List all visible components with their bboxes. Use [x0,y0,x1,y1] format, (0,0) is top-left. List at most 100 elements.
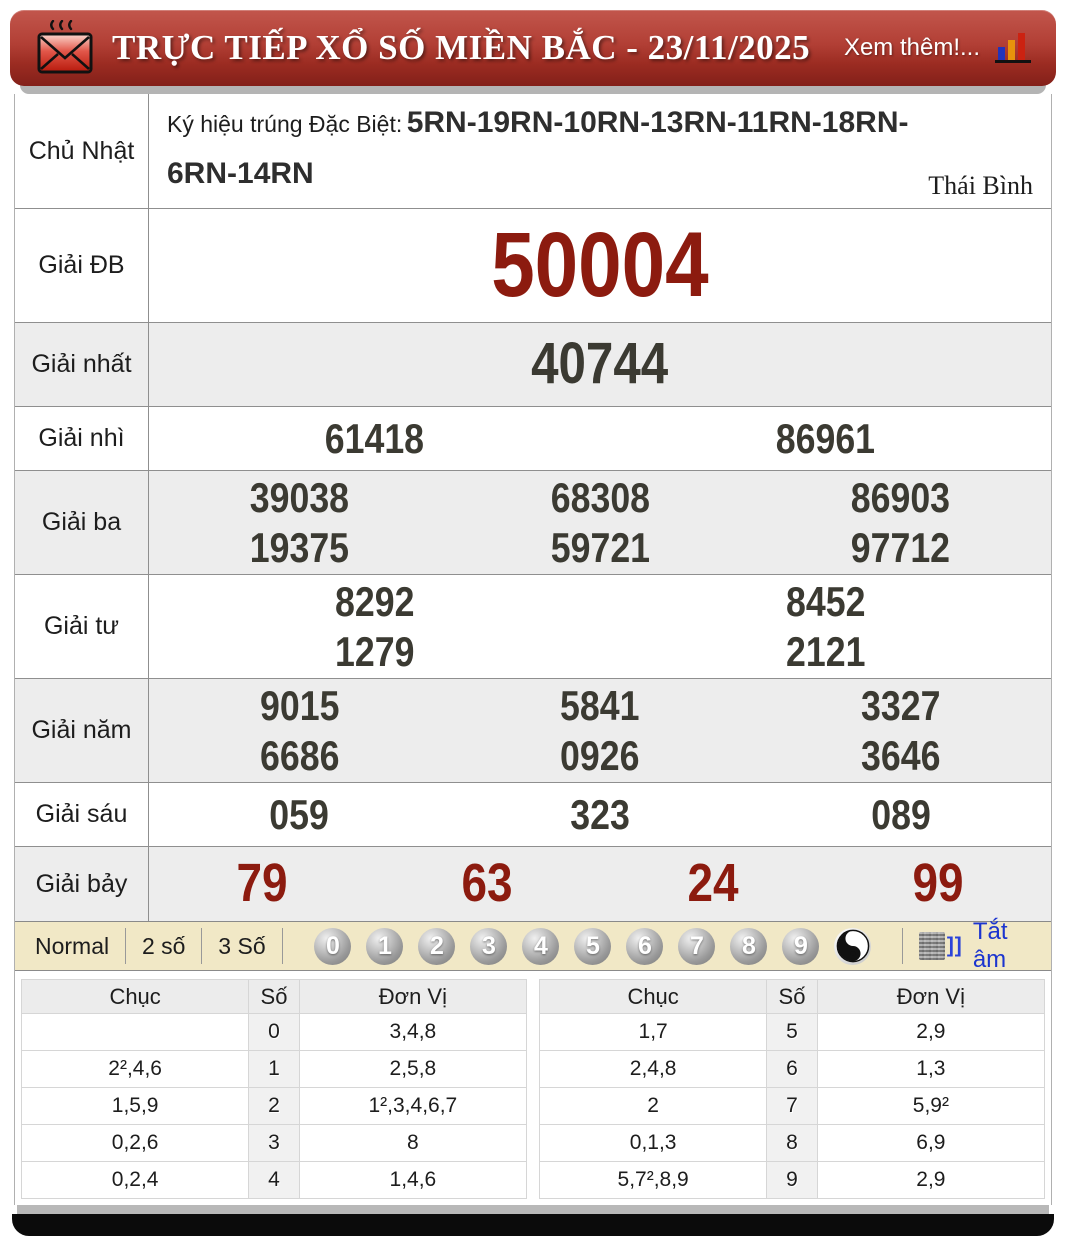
see-more-link[interactable]: Xem thêm!... [844,34,980,62]
prize-label-fourth: Giải tư [15,575,149,679]
mode-tab-2so[interactable]: 2 số [142,933,185,960]
digit-cell: 9 [766,1161,818,1200]
tens-cell: 2 [538,1087,768,1126]
mute-control[interactable]: ]] Tắt âm [886,918,1051,974]
stats-row: 0,2,4 4 1,4,6 [20,1161,528,1200]
stats-row: 2²,4,6 1 2,5,8 [20,1050,528,1089]
prize-number: 3646 [860,731,941,779]
prize-number: 8292 [334,578,415,626]
stats-row: 1,7 5 2,9 [538,1013,1046,1052]
digit-ball-5[interactable]: 5 [574,927,612,965]
prize-row-fifth: Giải năm 9015 5841 3327 6686 0926 3646 [15,678,1051,783]
digit-ball-2[interactable]: 2 [418,927,456,965]
stats-row: 2,4,8 6 1,3 [538,1050,1046,1089]
tens-cell: 0,2,6 [20,1124,250,1163]
units-cell: 3,4,8 [298,1013,528,1052]
units-cell: 5,9² [816,1087,1046,1126]
digit-ball-3[interactable]: 3 [470,927,508,965]
tens-cell: 1,5,9 [20,1087,250,1126]
digit-cell: 5 [766,1013,818,1052]
yin-yang-icon[interactable] [834,927,872,965]
prize-number: 39038 [249,474,349,521]
digit-ball-9[interactable]: 9 [782,927,820,965]
digit-stats: Chục Số Đơn Vị 0 3,4,8 2²,4,6 1 2,5,8 1,… [15,971,1051,1206]
units-cell: 2,5,8 [298,1050,528,1089]
units-cell: 1²,3,4,6,7 [298,1087,528,1126]
bottom-shadow-bar [12,1214,1054,1237]
prize-number: 0926 [560,731,640,779]
lottery-widget: TRỰC TIẾP XỔ SỐ MIỀN BẮC - 23/11/2025 Xe… [10,10,1056,1237]
prize-number: 323 [570,791,630,838]
digit-cell: 8 [766,1124,818,1163]
units-cell: 2,9 [816,1013,1046,1052]
mode-tab-3so[interactable]: 3 Số [218,933,265,960]
stats-row: 5,7²,8,9 9 2,9 [538,1161,1046,1200]
toolbar-divider [281,928,283,965]
digit-cell: 6 [766,1050,818,1089]
units-cell: 6,9 [816,1124,1046,1163]
province-label: Thái Bình [928,171,1033,200]
stats-row: 1,5,9 2 1²,3,4,6,7 [20,1087,528,1126]
prize-row-sixth: Giải sáu 059 323 089 [15,782,1051,847]
symbol-row: Chủ Nhật Ký hiệu trúng Đặc Biệt: 5RN-19R… [15,94,1051,208]
prize-label-first: Giải nhất [15,323,149,406]
prize-number: 1279 [334,627,415,675]
prize-number: 79 [236,853,288,914]
toolbar-divider [125,928,126,965]
digit-cell: 4 [248,1161,300,1200]
hot-mail-icon [36,20,94,76]
page-title: TRỰC TIẾP XỔ SỐ MIỀN BẮC - 23/11/2025 [112,28,811,67]
symbol-cell: Ký hiệu trúng Đặc Biệt: 5RN-19RN-10RN-13… [149,94,1051,208]
stats-row: 0,1,3 8 6,9 [538,1124,1046,1163]
tens-cell: 1,7 [538,1013,768,1052]
digit-ball-group: 0 1 2 3 4 5 6 7 8 9 [314,927,886,965]
digit-cell: 7 [766,1087,818,1126]
prize-label-seventh: Giải bảy [15,847,149,922]
prize-number: 2121 [785,627,866,675]
tens-cell: 2²,4,6 [20,1050,250,1089]
tens-cell: 2,4,8 [538,1050,768,1089]
units-cell: 1,3 [816,1050,1046,1089]
prize-row-seventh: Giải bảy 79 63 24 99 [15,846,1051,922]
prize-number: 63 [461,853,513,914]
prize-row-special: Giải ĐB 50004 [15,208,1051,322]
digit-ball-6[interactable]: 6 [626,927,664,965]
stats-row: 0,2,6 3 8 [20,1124,528,1163]
digit-cell: 2 [248,1087,300,1126]
tens-cell: 0,2,4 [20,1161,250,1200]
units-cell: 2,9 [816,1161,1046,1200]
symbol-prefix: Ký hiệu trúng Đặc Biệt: [167,111,403,137]
results-frame: Chủ Nhật Ký hiệu trúng Đặc Biệt: 5RN-19R… [14,94,1052,1206]
speaker-static-icon[interactable] [919,932,945,961]
digit-cell: 1 [248,1050,300,1089]
prize-row-fourth: Giải tư 8292 8452 1279 2121 [15,574,1051,679]
col-header-digit: Số [766,979,818,1015]
day-label: Chủ Nhật [15,94,149,208]
tens-cell: 5,7²,8,9 [538,1161,768,1200]
prize-number: 99 [912,853,964,914]
prize-label-special: Giải ĐB [15,209,149,322]
prize-number: 24 [687,853,739,914]
mode-tab-normal[interactable]: Normal [35,933,109,960]
stats-row: 2 7 5,9² [538,1087,1046,1126]
bar-chart-icon[interactable] [994,32,1032,65]
digit-ball-0[interactable]: 0 [314,927,352,965]
prize-number: 40744 [531,331,669,397]
stats-header-row: Chục Số Đơn Vị [20,979,528,1015]
digit-ball-7[interactable]: 7 [678,927,716,965]
header-bar: TRỰC TIẾP XỔ SỐ MIỀN BẮC - 23/11/2025 Xe… [10,10,1056,86]
mute-button[interactable]: Tắt âm [973,918,1029,974]
sound-wave-icon: ]] [946,934,963,958]
stats-header-row: Chục Số Đơn Vị [538,979,1046,1015]
prize-number: 19375 [249,523,349,571]
prize-number: 059 [269,791,330,838]
digit-ball-8[interactable]: 8 [730,927,768,965]
prize-number: 86961 [775,414,876,462]
digit-ball-1[interactable]: 1 [366,927,404,965]
prize-label-sixth: Giải sáu [15,783,149,847]
prize-number: 59721 [550,523,650,571]
digit-ball-4[interactable]: 4 [522,927,560,965]
prize-number: 6686 [259,731,340,779]
toolbar: Normal 2 số 3 Số 0 1 2 3 4 5 6 7 8 9]] … [15,918,1051,974]
digit-cell: 3 [248,1124,300,1163]
